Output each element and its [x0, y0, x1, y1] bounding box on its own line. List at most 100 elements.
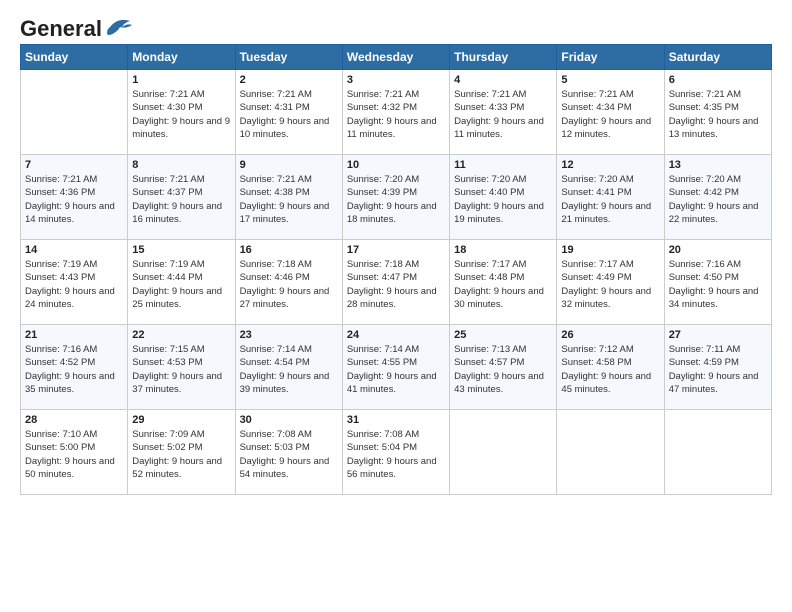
day-number: 3: [347, 74, 445, 86]
week-row-2: 7 Sunrise: 7:21 AMSunset: 4:36 PMDayligh…: [21, 155, 772, 240]
calendar-cell: 31 Sunrise: 7:08 AMSunset: 5:04 PMDaylig…: [342, 410, 449, 495]
day-number: 7: [25, 159, 123, 171]
day-info: Sunrise: 7:10 AMSunset: 5:00 PMDaylight:…: [25, 429, 115, 480]
logo-bird-icon: [104, 17, 132, 39]
day-number: 8: [132, 159, 230, 171]
calendar-cell: 15 Sunrise: 7:19 AMSunset: 4:44 PMDaylig…: [128, 240, 235, 325]
header-wednesday: Wednesday: [342, 45, 449, 70]
week-row-5: 28 Sunrise: 7:10 AMSunset: 5:00 PMDaylig…: [21, 410, 772, 495]
day-info: Sunrise: 7:16 AMSunset: 4:52 PMDaylight:…: [25, 344, 115, 395]
calendar-table: SundayMondayTuesdayWednesdayThursdayFrid…: [20, 44, 772, 495]
calendar-cell: 3 Sunrise: 7:21 AMSunset: 4:32 PMDayligh…: [342, 70, 449, 155]
calendar-cell: 7 Sunrise: 7:21 AMSunset: 4:36 PMDayligh…: [21, 155, 128, 240]
page: General SundayMondayTuesdayWednesdayThur…: [0, 0, 792, 612]
day-number: 31: [347, 414, 445, 426]
day-info: Sunrise: 7:20 AMSunset: 4:39 PMDaylight:…: [347, 174, 437, 225]
day-info: Sunrise: 7:21 AMSunset: 4:35 PMDaylight:…: [669, 89, 759, 140]
day-info: Sunrise: 7:08 AMSunset: 5:04 PMDaylight:…: [347, 429, 437, 480]
logo-text-general: General: [20, 16, 102, 42]
day-info: Sunrise: 7:18 AMSunset: 4:47 PMDaylight:…: [347, 259, 437, 310]
day-number: 27: [669, 329, 767, 341]
header-tuesday: Tuesday: [235, 45, 342, 70]
day-number: 30: [240, 414, 338, 426]
calendar-cell: 29 Sunrise: 7:09 AMSunset: 5:02 PMDaylig…: [128, 410, 235, 495]
day-info: Sunrise: 7:21 AMSunset: 4:37 PMDaylight:…: [132, 174, 222, 225]
calendar-cell: [664, 410, 771, 495]
week-row-3: 14 Sunrise: 7:19 AMSunset: 4:43 PMDaylig…: [21, 240, 772, 325]
calendar-cell: 14 Sunrise: 7:19 AMSunset: 4:43 PMDaylig…: [21, 240, 128, 325]
calendar-cell: [21, 70, 128, 155]
day-number: 11: [454, 159, 552, 171]
calendar-cell: 26 Sunrise: 7:12 AMSunset: 4:58 PMDaylig…: [557, 325, 664, 410]
day-info: Sunrise: 7:17 AMSunset: 4:48 PMDaylight:…: [454, 259, 544, 310]
day-info: Sunrise: 7:21 AMSunset: 4:32 PMDaylight:…: [347, 89, 437, 140]
day-number: 16: [240, 244, 338, 256]
day-number: 6: [669, 74, 767, 86]
day-number: 20: [669, 244, 767, 256]
header-sunday: Sunday: [21, 45, 128, 70]
calendar-cell: 23 Sunrise: 7:14 AMSunset: 4:54 PMDaylig…: [235, 325, 342, 410]
calendar-cell: 27 Sunrise: 7:11 AMSunset: 4:59 PMDaylig…: [664, 325, 771, 410]
header-saturday: Saturday: [664, 45, 771, 70]
day-info: Sunrise: 7:21 AMSunset: 4:38 PMDaylight:…: [240, 174, 330, 225]
calendar-cell: 9 Sunrise: 7:21 AMSunset: 4:38 PMDayligh…: [235, 155, 342, 240]
day-info: Sunrise: 7:19 AMSunset: 4:44 PMDaylight:…: [132, 259, 222, 310]
day-info: Sunrise: 7:15 AMSunset: 4:53 PMDaylight:…: [132, 344, 222, 395]
day-info: Sunrise: 7:16 AMSunset: 4:50 PMDaylight:…: [669, 259, 759, 310]
day-number: 14: [25, 244, 123, 256]
calendar-cell: 11 Sunrise: 7:20 AMSunset: 4:40 PMDaylig…: [450, 155, 557, 240]
day-number: 1: [132, 74, 230, 86]
week-row-4: 21 Sunrise: 7:16 AMSunset: 4:52 PMDaylig…: [21, 325, 772, 410]
day-info: Sunrise: 7:09 AMSunset: 5:02 PMDaylight:…: [132, 429, 222, 480]
calendar-cell: [450, 410, 557, 495]
day-info: Sunrise: 7:21 AMSunset: 4:30 PMDaylight:…: [132, 89, 230, 140]
day-number: 13: [669, 159, 767, 171]
calendar-cell: 12 Sunrise: 7:20 AMSunset: 4:41 PMDaylig…: [557, 155, 664, 240]
day-number: 5: [561, 74, 659, 86]
day-number: 25: [454, 329, 552, 341]
day-number: 21: [25, 329, 123, 341]
calendar-cell: 6 Sunrise: 7:21 AMSunset: 4:35 PMDayligh…: [664, 70, 771, 155]
calendar-cell: 18 Sunrise: 7:17 AMSunset: 4:48 PMDaylig…: [450, 240, 557, 325]
day-number: 19: [561, 244, 659, 256]
day-info: Sunrise: 7:21 AMSunset: 4:34 PMDaylight:…: [561, 89, 651, 140]
calendar-cell: 28 Sunrise: 7:10 AMSunset: 5:00 PMDaylig…: [21, 410, 128, 495]
day-info: Sunrise: 7:12 AMSunset: 4:58 PMDaylight:…: [561, 344, 651, 395]
day-info: Sunrise: 7:21 AMSunset: 4:31 PMDaylight:…: [240, 89, 330, 140]
calendar-cell: 16 Sunrise: 7:18 AMSunset: 4:46 PMDaylig…: [235, 240, 342, 325]
day-info: Sunrise: 7:20 AMSunset: 4:42 PMDaylight:…: [669, 174, 759, 225]
header-thursday: Thursday: [450, 45, 557, 70]
calendar-cell: 1 Sunrise: 7:21 AMSunset: 4:30 PMDayligh…: [128, 70, 235, 155]
calendar-cell: 22 Sunrise: 7:15 AMSunset: 4:53 PMDaylig…: [128, 325, 235, 410]
day-info: Sunrise: 7:21 AMSunset: 4:33 PMDaylight:…: [454, 89, 544, 140]
day-info: Sunrise: 7:11 AMSunset: 4:59 PMDaylight:…: [669, 344, 759, 395]
day-number: 28: [25, 414, 123, 426]
calendar-cell: 13 Sunrise: 7:20 AMSunset: 4:42 PMDaylig…: [664, 155, 771, 240]
calendar-cell: 21 Sunrise: 7:16 AMSunset: 4:52 PMDaylig…: [21, 325, 128, 410]
calendar-cell: 19 Sunrise: 7:17 AMSunset: 4:49 PMDaylig…: [557, 240, 664, 325]
calendar-cell: [557, 410, 664, 495]
day-number: 18: [454, 244, 552, 256]
calendar-cell: 4 Sunrise: 7:21 AMSunset: 4:33 PMDayligh…: [450, 70, 557, 155]
day-number: 2: [240, 74, 338, 86]
header-monday: Monday: [128, 45, 235, 70]
day-number: 15: [132, 244, 230, 256]
calendar-cell: 8 Sunrise: 7:21 AMSunset: 4:37 PMDayligh…: [128, 155, 235, 240]
calendar-cell: 24 Sunrise: 7:14 AMSunset: 4:55 PMDaylig…: [342, 325, 449, 410]
header: General: [20, 16, 772, 36]
day-number: 9: [240, 159, 338, 171]
day-number: 23: [240, 329, 338, 341]
calendar-header-row: SundayMondayTuesdayWednesdayThursdayFrid…: [21, 45, 772, 70]
day-number: 10: [347, 159, 445, 171]
day-info: Sunrise: 7:19 AMSunset: 4:43 PMDaylight:…: [25, 259, 115, 310]
day-info: Sunrise: 7:17 AMSunset: 4:49 PMDaylight:…: [561, 259, 651, 310]
day-info: Sunrise: 7:20 AMSunset: 4:41 PMDaylight:…: [561, 174, 651, 225]
day-info: Sunrise: 7:21 AMSunset: 4:36 PMDaylight:…: [25, 174, 115, 225]
header-friday: Friday: [557, 45, 664, 70]
calendar-cell: 2 Sunrise: 7:21 AMSunset: 4:31 PMDayligh…: [235, 70, 342, 155]
day-number: 29: [132, 414, 230, 426]
day-number: 4: [454, 74, 552, 86]
day-info: Sunrise: 7:08 AMSunset: 5:03 PMDaylight:…: [240, 429, 330, 480]
day-info: Sunrise: 7:14 AMSunset: 4:55 PMDaylight:…: [347, 344, 437, 395]
week-row-1: 1 Sunrise: 7:21 AMSunset: 4:30 PMDayligh…: [21, 70, 772, 155]
